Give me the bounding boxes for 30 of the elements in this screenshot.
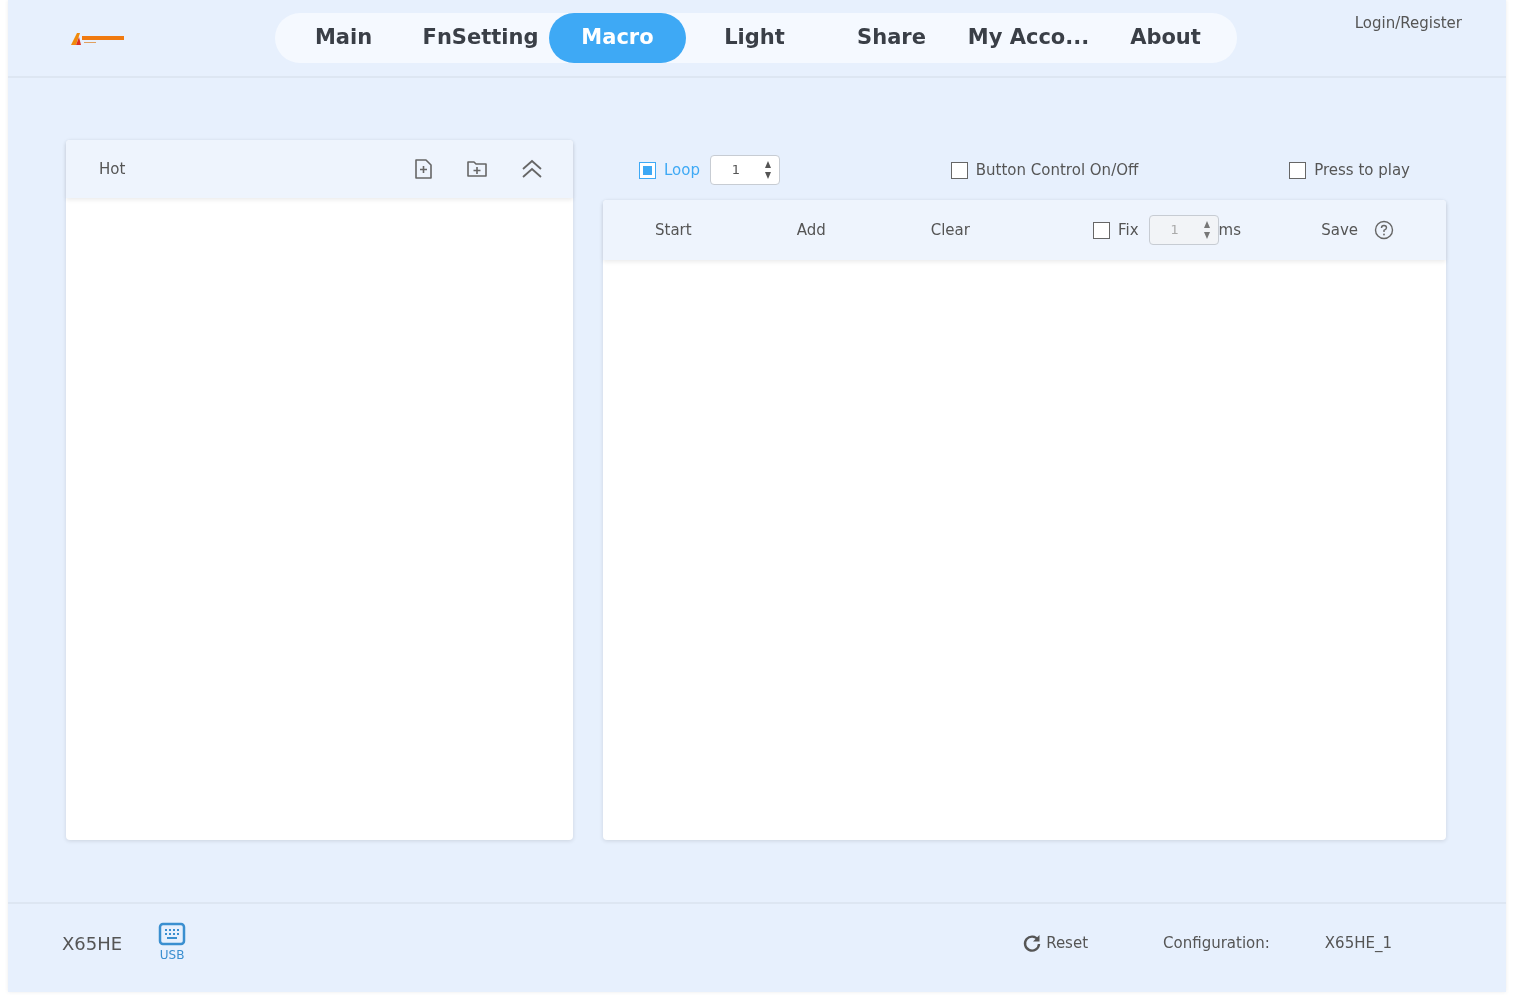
loop-count-field[interactable]: 1 bbox=[710, 155, 780, 185]
device-name: X65HE bbox=[62, 931, 123, 956]
configuration-label: Configuration: bbox=[1163, 932, 1270, 954]
folder-plus-icon bbox=[466, 159, 488, 179]
start-button[interactable]: Start bbox=[655, 218, 692, 242]
nav-tab[interactable]: FnSetting bbox=[412, 13, 549, 63]
double-chevron-up-icon bbox=[521, 159, 543, 179]
file-plus-icon bbox=[413, 158, 433, 180]
panel-title: Hot bbox=[99, 158, 127, 180]
new-file-button[interactable] bbox=[413, 158, 433, 180]
clear-button[interactable]: Clear bbox=[930, 218, 970, 242]
nav-tab[interactable]: Share bbox=[823, 13, 960, 63]
save-button[interactable]: Save bbox=[1321, 218, 1358, 242]
nav-tab[interactable]: Main bbox=[275, 13, 412, 63]
new-folder-button[interactable] bbox=[466, 159, 488, 179]
help-icon[interactable] bbox=[1374, 220, 1394, 240]
configuration-name: X65HE_1 bbox=[1324, 932, 1392, 954]
nav-tab[interactable]: Light bbox=[686, 13, 823, 63]
checkbox-option[interactable]: Press to play bbox=[1289, 158, 1410, 182]
reset-button[interactable]: Reset bbox=[1022, 931, 1089, 955]
nav-tab[interactable]: About bbox=[1097, 13, 1234, 63]
brand-logo bbox=[70, 32, 126, 46]
keyboard-icon bbox=[158, 922, 187, 946]
collapse-button[interactable] bbox=[521, 159, 543, 179]
login-register-link[interactable]: Login/Register bbox=[1354, 12, 1462, 35]
checkbox-option[interactable]: Button Control On/Off bbox=[950, 158, 1139, 182]
refresh-icon bbox=[1022, 933, 1043, 953]
add-button[interactable]: Add bbox=[796, 218, 826, 242]
nav-tab[interactable]: My Acco... bbox=[960, 13, 1097, 63]
unit-label: ms bbox=[1218, 219, 1241, 241]
